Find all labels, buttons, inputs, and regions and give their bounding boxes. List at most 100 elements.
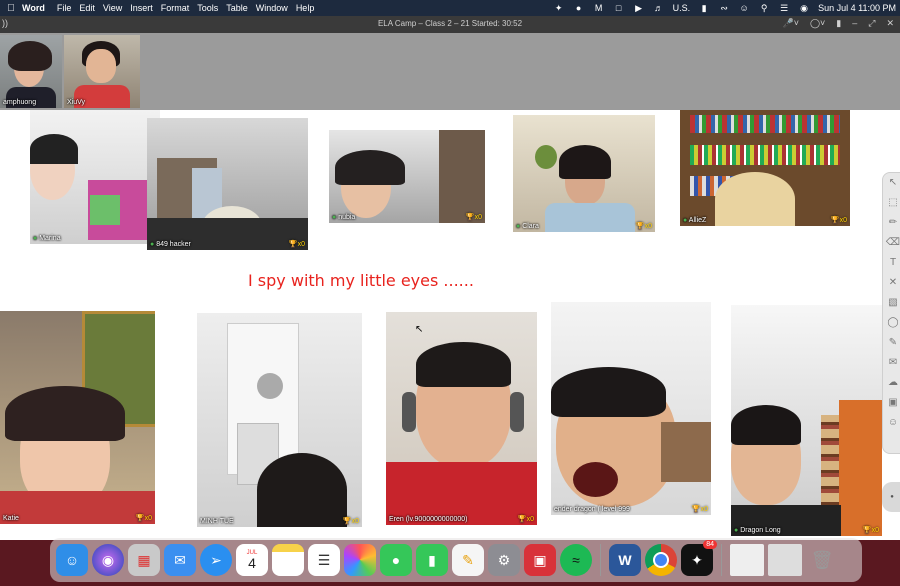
menu-app-name[interactable]: Word xyxy=(22,3,57,13)
messenger-status-icon[interactable]: ✦ xyxy=(553,3,565,13)
dock-separator xyxy=(721,544,722,576)
star-count: 🏆x0 xyxy=(288,241,305,248)
student-name: Katie xyxy=(3,515,19,522)
note-icon[interactable]: □ xyxy=(613,3,625,13)
star-count: 🏆x0 xyxy=(517,516,534,523)
minimized-window-icon[interactable] xyxy=(730,544,764,576)
teacher-video-1[interactable]: amphuong xyxy=(0,35,62,108)
reminders-icon[interactable]: ☰ xyxy=(308,544,340,576)
select-tool-icon[interactable]: ↖ xyxy=(883,173,900,193)
status-area: ✦ ● M □ ▶ ♬ U.S. ▮ ∾ ☺ ⚲ ☰ ◉ Sun Jul 4 1… xyxy=(553,0,896,16)
pages-icon[interactable]: ✎ xyxy=(452,544,484,576)
system-preferences-icon[interactable]: ⚙ xyxy=(488,544,520,576)
minimize-icon[interactable]: – xyxy=(852,18,857,29)
facetime-icon[interactable]: ▮ xyxy=(416,544,448,576)
menu-format[interactable]: Format xyxy=(161,3,198,13)
messenger-icon[interactable]: ✦ 84 xyxy=(681,540,717,576)
microphone-icon[interactable]: 🎤˅ xyxy=(782,18,798,29)
spotify-icon[interactable]: ≈ xyxy=(560,544,592,576)
cloud-icon[interactable]: ☁ xyxy=(883,373,900,393)
student-name: MINH TUE xyxy=(200,518,234,525)
student-video[interactable]: ● Dragon Long 🏆x0 xyxy=(731,305,882,536)
student-video[interactable]: ender dragon ( level 999 🏆x0 xyxy=(551,302,711,515)
image-icon[interactable]: ▣ xyxy=(883,393,900,413)
minimized-window-icon[interactable] xyxy=(768,544,802,576)
student-video[interactable]: ● AllieZ 🏆x0 xyxy=(680,110,850,226)
star-count: 🏆x0 xyxy=(465,214,482,221)
users-icon[interactable]: ☺ xyxy=(883,413,900,433)
clear-icon[interactable]: ✕ xyxy=(883,273,900,293)
student-name: ● 849 hacker xyxy=(150,241,191,248)
student-video[interactable]: ● Clara 🏆x0 xyxy=(513,115,655,232)
clock[interactable]: Sun Jul 4 11:00 PM xyxy=(818,3,896,13)
menu-insert[interactable]: Insert xyxy=(130,3,161,13)
finder-icon[interactable]: ☺ xyxy=(56,544,88,576)
star-count: 🏆x0 xyxy=(830,217,847,224)
mail-icon[interactable]: ✉ xyxy=(164,544,196,576)
student-video[interactable]: MINH TUE 🏆x0 xyxy=(197,313,362,527)
text-tool-icon[interactable]: T xyxy=(883,253,900,273)
teacher-name: amphuong xyxy=(3,99,37,106)
notes-icon[interactable] xyxy=(272,544,304,576)
presentation-icon[interactable]: ▣ xyxy=(524,544,556,576)
menu-help[interactable]: Help xyxy=(296,3,323,13)
teacher-strip: amphuong XiuVy xyxy=(0,33,900,111)
close-icon[interactable]: ✕ xyxy=(886,18,894,29)
input-source[interactable]: U.S. xyxy=(673,3,691,13)
calendar-icon[interactable]: JUL 4 xyxy=(236,544,268,576)
calendar-day: 4 xyxy=(248,555,256,571)
teacher-video-2[interactable]: XiuVy xyxy=(64,35,140,108)
menu-table[interactable]: Table xyxy=(226,3,256,13)
edit-icon[interactable]: ✎ xyxy=(883,333,900,353)
creative-cloud-icon[interactable]: ● xyxy=(573,3,585,13)
apple-icon[interactable]:  xyxy=(0,3,22,14)
chrome-icon[interactable] xyxy=(645,544,677,576)
chat-icon[interactable]: ✉ xyxy=(883,353,900,373)
star-count: 🏆x0 xyxy=(342,518,359,525)
volume-icon[interactable]: ♬ xyxy=(653,3,665,13)
launchpad-icon[interactable]: ▦ xyxy=(128,544,160,576)
menu-window[interactable]: Window xyxy=(256,3,296,13)
star-count: 🏆x0 xyxy=(135,515,152,522)
word-icon[interactable]: W xyxy=(609,544,641,576)
video-icon[interactable]: ▮ xyxy=(836,18,841,29)
student-name: ● Clara xyxy=(516,223,539,230)
control-center-icon[interactable]: ☰ xyxy=(778,3,790,13)
wifi-icon[interactable]: ∾ xyxy=(718,3,730,13)
fullscreen-icon[interactable]: ⤢ xyxy=(868,18,875,29)
gmail-icon[interactable]: M xyxy=(593,3,605,13)
youtube-icon[interactable]: ▶ xyxy=(633,3,645,13)
trash-icon[interactable]: 🗑 xyxy=(806,544,838,576)
user-icon[interactable]: ☺ xyxy=(738,3,750,13)
student-name: ● nubia xyxy=(332,214,356,221)
meeting-title-bar: )) ELA Camp – Class 2 – 21 Started: 30:5… xyxy=(0,16,900,33)
pen-tool-icon[interactable]: ✏ xyxy=(883,213,900,233)
mouse-cursor-icon: ↖ xyxy=(415,324,424,335)
student-video[interactable]: Eren (lv.9000000000000) 🏆x0 xyxy=(386,312,537,525)
menu-file[interactable]: File xyxy=(57,3,80,13)
menu-bar:  Word File Edit View Insert Format Tool… xyxy=(0,0,900,16)
messages-icon[interactable]: ● xyxy=(380,544,412,576)
star-count: 🏆x0 xyxy=(862,527,879,534)
student-video[interactable]: ● nubia 🏆x0 xyxy=(329,130,485,223)
timer-icon[interactable]: ◯ xyxy=(883,313,900,333)
toolbar-toggle-icon[interactable]: ● xyxy=(882,482,900,512)
student-video[interactable]: Katie 🏆x0 xyxy=(0,311,155,524)
camera-menu-icon[interactable]: ◯˅ xyxy=(810,18,825,29)
canvas-text: I spy with my little eyes ...... xyxy=(248,271,474,290)
save-icon[interactable]: ▧ xyxy=(883,293,900,313)
student-video[interactable]: ● 849 hacker 🏆x0 xyxy=(147,118,308,250)
spotlight-icon[interactable]: ⚲ xyxy=(758,3,770,13)
eraser-icon[interactable]: ⌫ xyxy=(883,233,900,253)
safari-icon[interactable]: ➢ xyxy=(200,544,232,576)
photos-icon[interactable] xyxy=(344,544,376,576)
menu-view[interactable]: View xyxy=(103,3,130,13)
student-video[interactable]: ● Marina xyxy=(30,110,160,244)
star-count: 🏆x0 xyxy=(691,506,708,513)
siri-icon[interactable]: ◉ xyxy=(92,544,124,576)
area-select-icon[interactable]: ⬚ xyxy=(883,193,900,213)
menu-tools[interactable]: Tools xyxy=(197,3,226,13)
siri-status-icon[interactable]: ◉ xyxy=(798,3,810,13)
battery-icon[interactable]: ▮ xyxy=(698,3,710,13)
menu-edit[interactable]: Edit xyxy=(79,3,103,13)
